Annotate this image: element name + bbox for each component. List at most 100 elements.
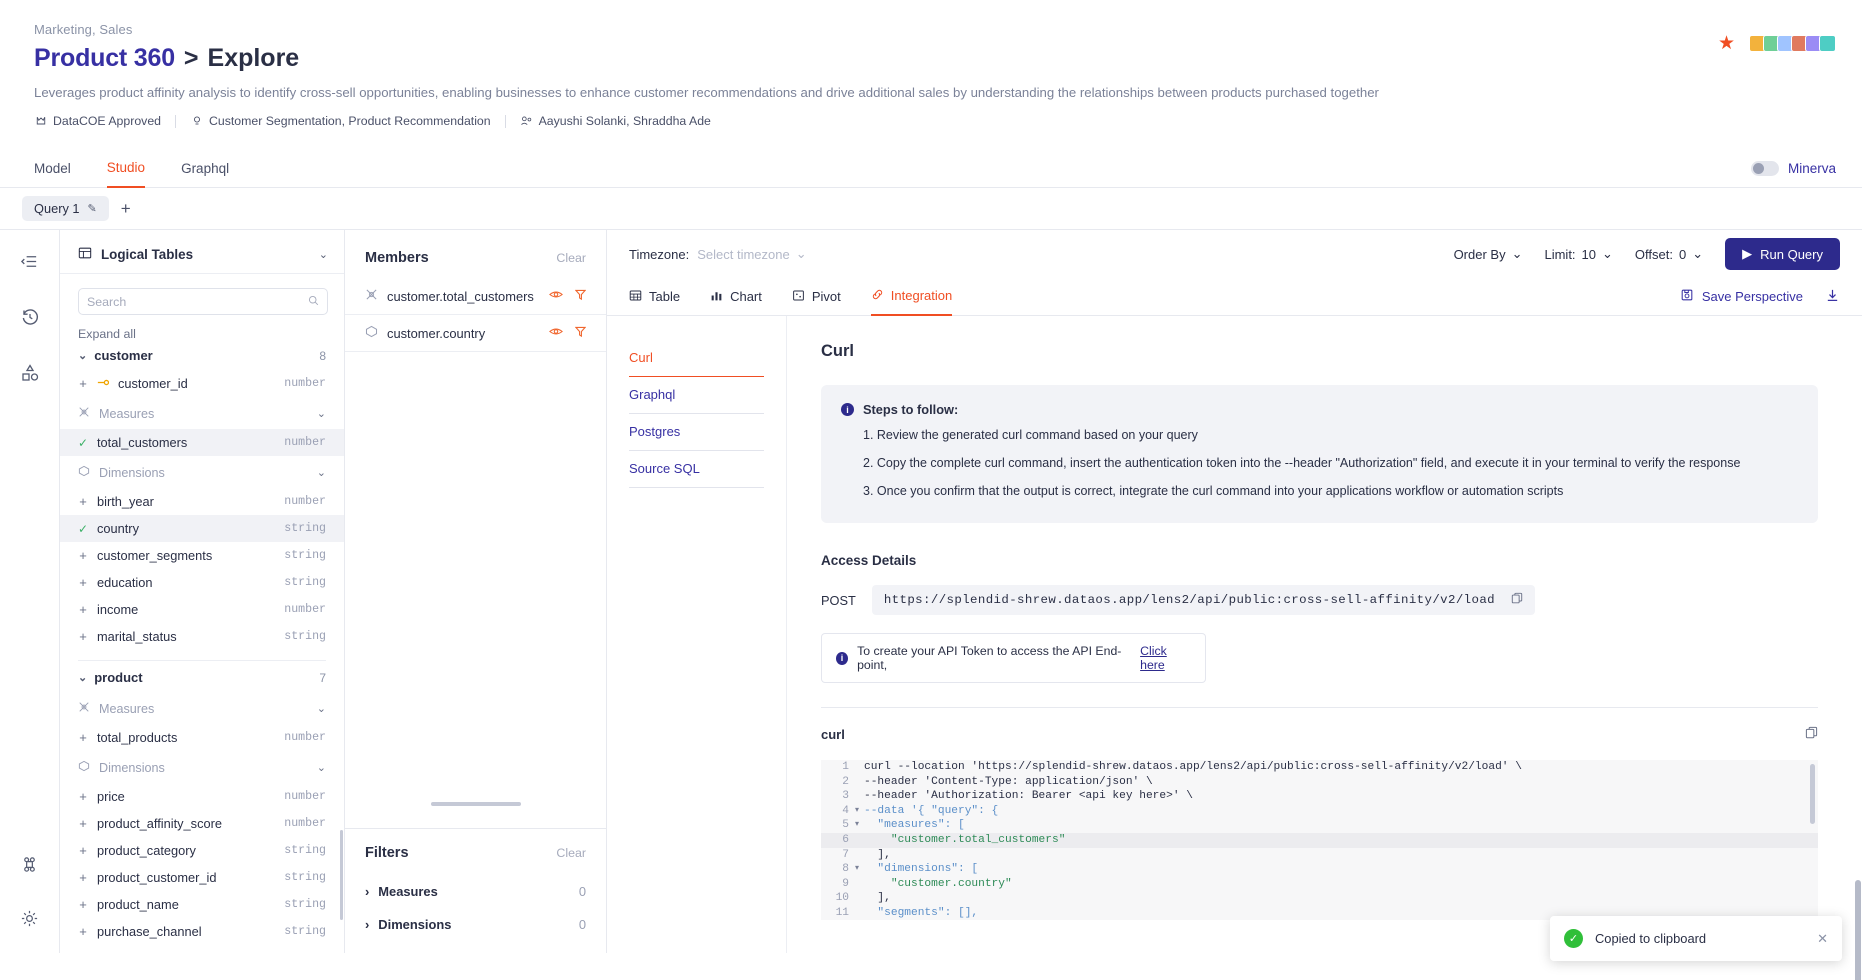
chevron-down-icon[interactable]: ⌄ xyxy=(317,761,326,774)
save-perspective-button[interactable]: Save Perspective xyxy=(1680,288,1803,305)
copy-icon[interactable] xyxy=(1805,726,1818,742)
code-block[interactable]: 1 curl --location 'https://splendid-shrew… xyxy=(821,760,1818,920)
field-customer-segments[interactable]: + customer_segments string xyxy=(60,542,344,569)
filters-clear-button[interactable]: Clear xyxy=(556,846,586,860)
field-country[interactable]: ✓ country string xyxy=(60,515,344,542)
tab-chart[interactable]: Chart xyxy=(710,278,762,316)
member-row-total-customers[interactable]: customer.total_customers xyxy=(345,278,606,315)
field-price[interactable]: + price number xyxy=(60,783,344,810)
integration-link-postgres[interactable]: Postgres xyxy=(629,414,764,451)
plus-icon[interactable]: + xyxy=(78,924,88,939)
logical-tables-scrollbar[interactable] xyxy=(340,830,343,920)
check-icon[interactable]: ✓ xyxy=(78,522,88,536)
api-token-link[interactable]: Click here xyxy=(1140,644,1191,672)
eye-icon[interactable] xyxy=(549,326,563,341)
plus-icon[interactable]: + xyxy=(78,548,88,563)
tab-table[interactable]: Table xyxy=(629,278,680,316)
member-row-country[interactable]: customer.country xyxy=(345,315,606,352)
settings-icon[interactable] xyxy=(17,905,43,931)
fold-toggle[interactable]: ▾ xyxy=(855,862,864,877)
tab-integration[interactable]: Integration xyxy=(870,278,953,316)
plus-icon[interactable]: + xyxy=(78,843,88,858)
plus-icon[interactable]: + xyxy=(78,575,88,590)
page-scrollbar[interactable] xyxy=(1855,380,1862,980)
field-birth-year[interactable]: + birth_year number xyxy=(60,488,344,515)
group-measures-product[interactable]: Measures ⌄ xyxy=(60,692,344,724)
pencil-icon[interactable]: ✎ xyxy=(88,202,97,215)
avatar-group[interactable] xyxy=(1749,35,1836,52)
field-customer-id[interactable]: + customer_id number xyxy=(60,370,344,397)
shapes-icon[interactable] xyxy=(17,360,43,386)
history-icon[interactable] xyxy=(17,304,43,330)
command-icon[interactable] xyxy=(17,851,43,877)
tab-pivot[interactable]: Pivot xyxy=(792,278,841,316)
close-icon[interactable]: ✕ xyxy=(1817,931,1828,947)
chevron-down-icon[interactable]: ⌄ xyxy=(317,407,326,420)
query-tab-1[interactable]: Query 1 ✎ xyxy=(22,196,109,221)
field-product-customer-id[interactable]: + product_customer_id string xyxy=(60,864,344,891)
fold-toggle[interactable] xyxy=(855,877,864,892)
chevron-down-icon[interactable]: ⌄ xyxy=(317,466,326,479)
field-education[interactable]: + education string xyxy=(60,569,344,596)
collapse-panel-icon[interactable] xyxy=(17,248,43,274)
plus-icon[interactable]: + xyxy=(78,816,88,831)
endpoint-url-box[interactable]: https://splendid-shrew.dataos.app/lens2/… xyxy=(871,585,1536,615)
fold-toggle[interactable] xyxy=(855,760,864,775)
field-product-category[interactable]: + product_category string xyxy=(60,837,344,864)
plus-icon[interactable]: + xyxy=(78,897,88,912)
plus-icon[interactable]: + xyxy=(78,602,88,617)
table-group-product[interactable]: ⌄ product 7 xyxy=(60,667,344,692)
add-query-button[interactable]: + xyxy=(113,196,139,222)
tab-model[interactable]: Model xyxy=(34,150,71,188)
download-icon[interactable] xyxy=(1825,288,1840,306)
plus-icon[interactable]: + xyxy=(78,629,88,644)
plus-icon[interactable]: + xyxy=(78,376,88,391)
group-measures-customer[interactable]: Measures ⌄ xyxy=(60,397,344,429)
fold-toggle[interactable] xyxy=(855,775,864,790)
tab-graphql[interactable]: Graphql xyxy=(181,150,229,188)
code-scrollbar[interactable] xyxy=(1810,764,1815,824)
fold-toggle[interactable] xyxy=(855,833,864,848)
group-dimensions-product[interactable]: Dimensions ⌄ xyxy=(60,751,344,783)
filter-icon[interactable] xyxy=(574,326,587,341)
fold-toggle[interactable] xyxy=(855,848,864,863)
integration-link-source-sql[interactable]: Source SQL xyxy=(629,451,764,488)
fold-toggle[interactable] xyxy=(855,789,864,804)
eye-icon[interactable] xyxy=(549,289,563,304)
integration-link-curl[interactable]: Curl xyxy=(629,340,764,377)
copy-icon[interactable] xyxy=(1511,592,1523,608)
filter-row-dimensions[interactable]: › Dimensions 0 xyxy=(365,908,586,941)
expand-all-button[interactable]: Expand all xyxy=(60,315,344,345)
limit-select[interactable]: Limit: 10 ⌄ xyxy=(1544,246,1612,262)
fold-toggle[interactable]: ▾ xyxy=(855,804,864,819)
star-icon[interactable]: ★ xyxy=(1718,34,1735,53)
integration-link-graphql[interactable]: Graphql xyxy=(629,377,764,414)
page-title-main[interactable]: Product 360 xyxy=(34,44,175,73)
table-group-customer[interactable]: ⌄ customer 8 xyxy=(60,345,344,370)
fold-toggle[interactable] xyxy=(855,891,864,906)
logical-tables-header[interactable]: Logical Tables ⌄ xyxy=(60,230,344,274)
plus-icon[interactable]: + xyxy=(78,730,88,745)
timezone-select[interactable]: Select timezone ⌄ xyxy=(697,246,806,262)
fold-toggle[interactable] xyxy=(855,906,864,920)
offset-select[interactable]: Offset: 0 ⌄ xyxy=(1635,246,1703,262)
chevron-down-icon[interactable]: ⌄ xyxy=(319,248,328,261)
search-input[interactable]: Search xyxy=(78,288,328,315)
field-product-affinity-score[interactable]: + product_affinity_score number xyxy=(60,810,344,837)
field-total-customers[interactable]: ✓ total_customers number xyxy=(60,429,344,456)
avatar[interactable] xyxy=(1819,35,1836,52)
field-income[interactable]: + income number xyxy=(60,596,344,623)
field-product-name[interactable]: + product_name string xyxy=(60,891,344,918)
run-query-button[interactable]: ▶ Run Query xyxy=(1725,238,1840,270)
field-total-products[interactable]: + total_products number xyxy=(60,724,344,751)
order-by-select[interactable]: Order By ⌄ xyxy=(1454,246,1523,262)
chevron-down-icon[interactable]: ⌄ xyxy=(317,702,326,715)
tab-studio[interactable]: Studio xyxy=(106,150,146,188)
filter-row-measures[interactable]: › Measures 0 xyxy=(365,875,586,908)
plus-icon[interactable]: + xyxy=(78,789,88,804)
field-marital-status[interactable]: + marital_status string xyxy=(60,623,344,650)
page-scrollbar-thumb[interactable] xyxy=(1855,880,1861,980)
minerva-toggle[interactable] xyxy=(1750,161,1779,176)
members-scrollbar[interactable] xyxy=(431,802,521,806)
field-purchase-channel[interactable]: + purchase_channel string xyxy=(60,918,344,945)
